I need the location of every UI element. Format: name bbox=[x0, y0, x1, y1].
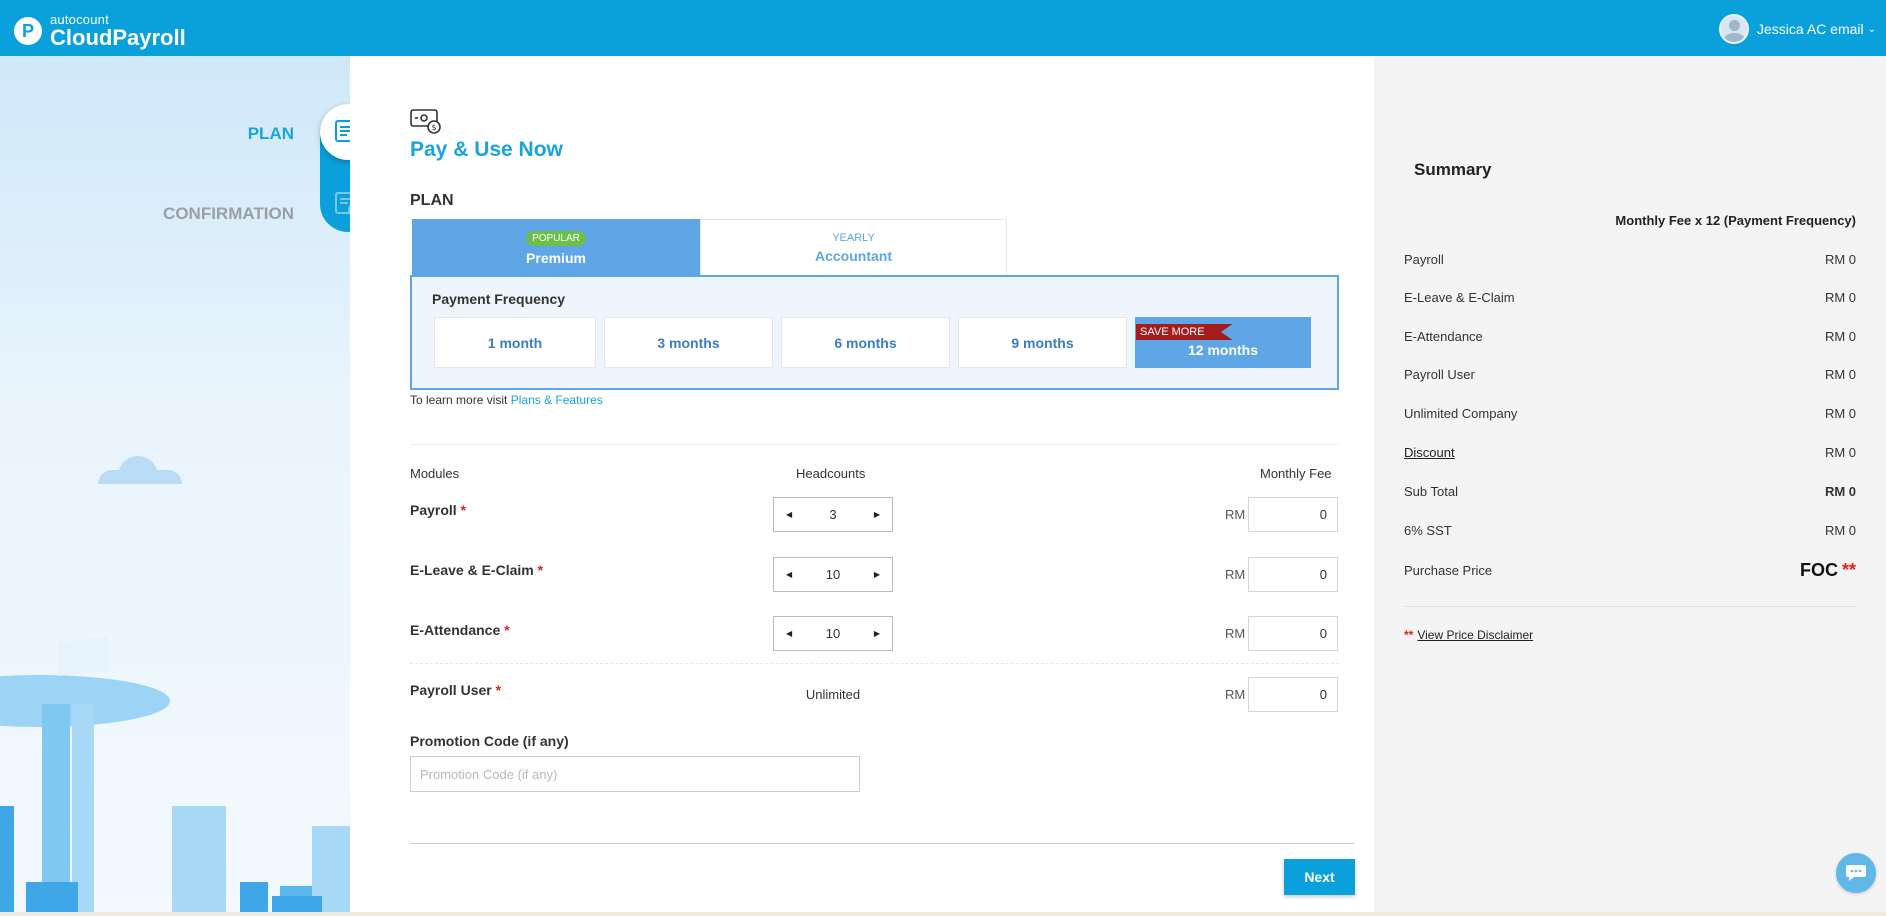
frequency-12-months[interactable]: SAVE MORE 12 months bbox=[1135, 317, 1311, 368]
summary-title: Summary bbox=[1414, 160, 1492, 179]
monthly-fee-header: Monthly Fee bbox=[1260, 466, 1332, 481]
popular-badge: POPULAR bbox=[526, 230, 586, 246]
top-bar: P autocount CloudPayroll Jessica AC emai… bbox=[0, 0, 1886, 56]
plan-heading: PLAN bbox=[410, 192, 454, 209]
payroll-headcount-value[interactable]: 3 bbox=[829, 507, 836, 522]
pay-icon: $ bbox=[410, 109, 441, 134]
increment-icon[interactable]: ▶ bbox=[874, 570, 880, 579]
plan-name: Premium bbox=[526, 249, 586, 266]
eattendance-headcount-stepper[interactable]: ◀ 10 ▶ bbox=[773, 616, 893, 651]
plan-tabs: POPULAR Premium YEARLY Accountant bbox=[412, 219, 1007, 276]
increment-icon[interactable]: ▶ bbox=[874, 510, 880, 519]
page-title: Pay & Use Now bbox=[410, 138, 563, 161]
main-panel: $ Pay & Use Now PLAN POPULAR Premium YEA… bbox=[350, 56, 1374, 916]
frequency-12-months-label: 12 months bbox=[1187, 341, 1258, 358]
logo-icon: P bbox=[14, 17, 42, 45]
eattendance-label: E-Attendance * bbox=[410, 622, 510, 638]
summary-subtitle: Monthly Fee x 12 (Payment Frequency) bbox=[1615, 213, 1856, 228]
currency-label: RM bbox=[1225, 567, 1246, 582]
plan-tab-accountant[interactable]: YEARLY Accountant bbox=[700, 219, 1007, 276]
summary-row-subtotal: Sub Total RM 0 bbox=[1404, 484, 1856, 499]
payroll-label: Payroll * bbox=[410, 502, 467, 518]
decrement-icon[interactable]: ◀ bbox=[786, 570, 792, 579]
currency-label: RM bbox=[1225, 687, 1246, 702]
summary-row-purchase: Purchase Price FOC ** bbox=[1404, 560, 1856, 580]
currency-label: RM bbox=[1225, 626, 1246, 641]
promo-code-label: Promotion Code (if any) bbox=[410, 733, 569, 749]
summary-panel: Summary Monthly Fee x 12 (Payment Freque… bbox=[1374, 56, 1886, 916]
payroll-fee-field[interactable]: 0 bbox=[1248, 497, 1338, 532]
brand-name: CloudPayroll bbox=[50, 25, 186, 50]
plans-features-link[interactable]: Plans & Features bbox=[511, 393, 603, 407]
payroll-headcount-stepper[interactable]: ◀ 3 ▶ bbox=[773, 497, 893, 532]
section-divider bbox=[410, 444, 1339, 445]
summary-row: E-Leave & E-Claim RM 0 bbox=[1404, 290, 1856, 305]
frequency-1-month[interactable]: 1 month bbox=[434, 317, 596, 368]
footer-divider bbox=[410, 843, 1355, 844]
next-button[interactable]: Next bbox=[1284, 859, 1355, 895]
yearly-label: YEARLY bbox=[832, 232, 875, 244]
learn-more-text: To learn more visit Plans & Features bbox=[410, 393, 603, 407]
user-name: Jessica AC email bbox=[1757, 21, 1864, 37]
user-menu[interactable]: Jessica AC email ⌄ bbox=[1719, 14, 1876, 44]
plan-name: Accountant bbox=[815, 248, 892, 264]
increment-icon[interactable]: ▶ bbox=[874, 629, 880, 638]
promo-code-input[interactable] bbox=[410, 756, 860, 792]
payroll-user-headcount: Unlimited bbox=[805, 687, 861, 702]
bottom-edge bbox=[0, 912, 1886, 916]
summary-row: E-Attendance RM 0 bbox=[1404, 329, 1856, 344]
cloud-decoration bbox=[98, 456, 182, 484]
save-more-ribbon: SAVE MORE bbox=[1136, 324, 1233, 340]
row-divider bbox=[410, 663, 1339, 664]
chevron-down-icon: ⌄ bbox=[1867, 23, 1876, 35]
price-disclaimer: ** View Price Disclaimer bbox=[1404, 628, 1534, 642]
step-sidebar: PLAN CONFIRMATION bbox=[0, 56, 350, 916]
frequency-9-months[interactable]: 9 months bbox=[958, 317, 1127, 368]
step-confirmation-label: CONFIRMATION bbox=[163, 204, 294, 223]
summary-row: Payroll User RM 0 bbox=[1404, 367, 1856, 382]
eleave-label: E-Leave & E-Claim * bbox=[410, 562, 544, 578]
app-logo[interactable]: P autocount CloudPayroll bbox=[14, 13, 186, 49]
summary-row: Unlimited Company RM 0 bbox=[1404, 406, 1856, 421]
eleave-fee-field[interactable]: 0 bbox=[1248, 557, 1338, 592]
plan-tab-premium[interactable]: POPULAR Premium bbox=[412, 219, 700, 276]
summary-row-discount: Discount RM 0 bbox=[1404, 445, 1856, 460]
payroll-user-fee-field[interactable]: 0 bbox=[1248, 677, 1338, 712]
headcounts-header: Headcounts bbox=[796, 466, 866, 481]
view-price-disclaimer-link[interactable]: View Price Disclaimer bbox=[1417, 628, 1533, 642]
svg-text:$: $ bbox=[431, 123, 436, 132]
avatar bbox=[1719, 14, 1750, 44]
modules-header: Modules bbox=[410, 466, 460, 481]
frequency-6-months[interactable]: 6 months bbox=[781, 317, 950, 368]
chat-icon[interactable] bbox=[1836, 853, 1876, 893]
eleave-headcount-stepper[interactable]: ◀ 10 ▶ bbox=[773, 557, 893, 592]
payroll-user-label: Payroll User * bbox=[410, 682, 502, 698]
payment-frequency-label: Payment Frequency bbox=[432, 291, 566, 307]
discount-link[interactable]: Discount bbox=[1404, 445, 1455, 460]
frequency-3-months[interactable]: 3 months bbox=[604, 317, 773, 368]
payment-frequency-box: Payment Frequency 1 month 3 months 6 mon… bbox=[410, 275, 1339, 390]
summary-divider bbox=[1404, 606, 1856, 607]
summary-row: Payroll RM 0 bbox=[1404, 252, 1856, 267]
eleave-headcount-value[interactable]: 10 bbox=[826, 567, 840, 582]
decrement-icon[interactable]: ◀ bbox=[786, 510, 792, 519]
step-plan-label: PLAN bbox=[247, 124, 294, 143]
currency-label: RM bbox=[1225, 507, 1246, 522]
eattendance-headcount-value[interactable]: 10 bbox=[826, 626, 840, 641]
eattendance-fee-field[interactable]: 0 bbox=[1248, 616, 1338, 651]
city-illustration bbox=[0, 636, 350, 916]
summary-row: 6% SST RM 0 bbox=[1404, 523, 1856, 538]
decrement-icon[interactable]: ◀ bbox=[786, 629, 792, 638]
purchase-price-value: FOC ** bbox=[1799, 560, 1856, 580]
